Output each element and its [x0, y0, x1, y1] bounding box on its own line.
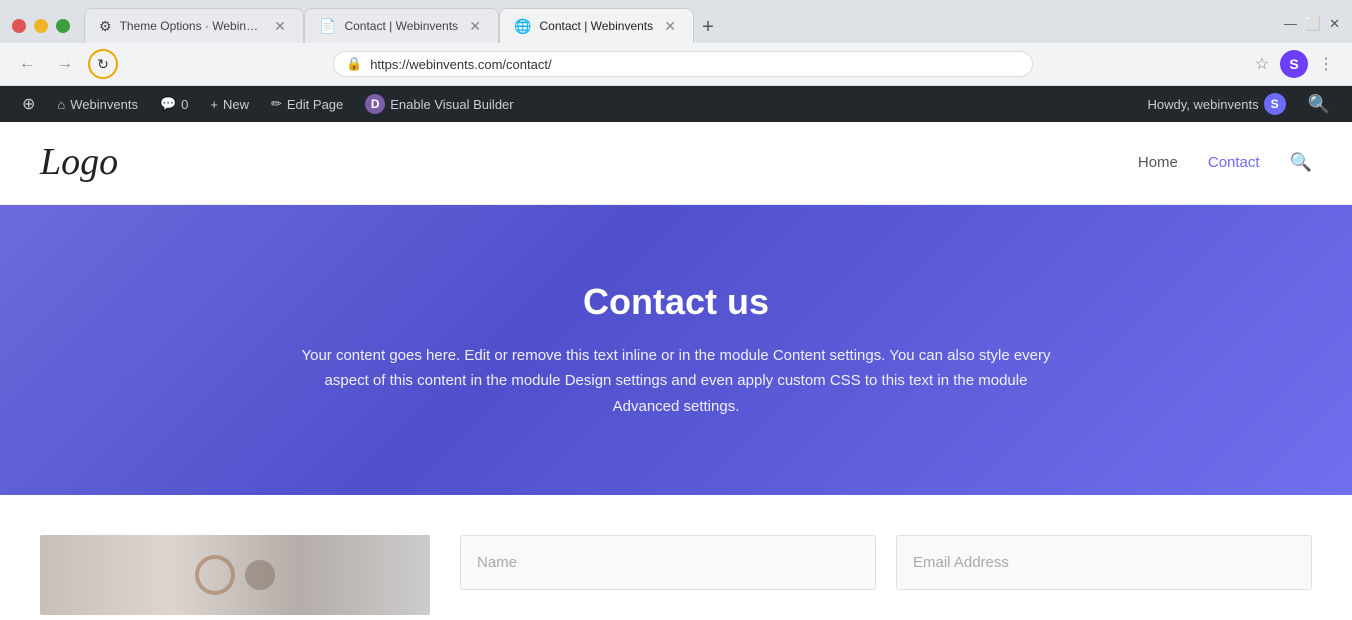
contact-image: [40, 535, 430, 615]
email-input[interactable]: [896, 535, 1312, 590]
bookmark-button[interactable]: ☆: [1248, 50, 1276, 78]
browser-tab-1[interactable]: ⚙ Theme Options · Webinvents — ✕: [84, 8, 304, 43]
nav-contact[interactable]: Contact: [1208, 154, 1260, 171]
contact-section: [0, 495, 1352, 615]
site-nav: Home Contact 🔍: [1138, 152, 1312, 173]
name-input[interactable]: [460, 535, 876, 590]
nav-home[interactable]: Home: [1138, 154, 1178, 171]
browser-tab-3[interactable]: 🌐 Contact | Webinvents ✕: [499, 8, 694, 43]
comments-count: 0: [181, 97, 188, 112]
site-header: Logo Home Contact 🔍: [0, 122, 1352, 205]
tab-3-title: Contact | Webinvents: [540, 19, 654, 33]
wp-search-button[interactable]: 🔍: [1298, 86, 1340, 122]
tab-2-title: Contact | Webinvents: [344, 19, 458, 33]
flower-decoration: [245, 560, 275, 590]
wp-enable-vb-item[interactable]: D Enable Visual Builder: [355, 86, 523, 122]
omnibar-row: ← → ↻ 🔒 ☆ S ⋮: [0, 43, 1352, 85]
howdy-text: Howdy, webinvents: [1148, 97, 1259, 112]
edit-page-icon: ✏: [271, 96, 282, 112]
menu-button[interactable]: ⋮: [1312, 50, 1340, 78]
wp-site-name: Webinvents: [70, 97, 138, 112]
forward-button[interactable]: →: [50, 49, 80, 79]
profile-button[interactable]: S: [1280, 50, 1308, 78]
address-bar[interactable]: 🔒: [333, 51, 1033, 77]
tab-1-favicon: ⚙: [99, 18, 112, 35]
enable-vb-label: Enable Visual Builder: [390, 97, 513, 112]
lock-icon: 🔒: [346, 56, 362, 72]
wp-new-item[interactable]: + New: [200, 86, 259, 122]
new-tab-button[interactable]: +: [694, 12, 722, 43]
hero-section: Contact us Your content goes here. Edit …: [0, 205, 1352, 495]
wordpress-icon: ⊕: [22, 94, 35, 114]
wp-webinvents-item[interactable]: ⌂ Webinvents: [47, 86, 148, 122]
tab-2-close[interactable]: ✕: [466, 17, 484, 35]
close-window-button[interactable]: [12, 19, 26, 33]
window-controls: [12, 19, 70, 33]
reload-button[interactable]: ↻: [88, 49, 118, 79]
omnibar-actions: ☆ S ⋮: [1248, 50, 1340, 78]
browser-chrome: ⚙ Theme Options · Webinvents — ✕ 📄 Conta…: [0, 0, 1352, 86]
back-button[interactable]: ←: [12, 49, 42, 79]
maximize-window-button[interactable]: [56, 19, 70, 33]
wp-comments-item[interactable]: 💬 0: [150, 86, 198, 122]
user-avatar: S: [1264, 93, 1286, 115]
tab-2-favicon: 📄: [319, 18, 336, 35]
wp-site-icon: ⌂: [57, 97, 65, 112]
comments-icon: 💬: [160, 96, 176, 112]
title-bar: ⚙ Theme Options · Webinvents — ✕ 📄 Conta…: [0, 0, 1352, 43]
wp-admin-bar: ⊕ ⌂ Webinvents 💬 0 + New ✏ Edit Page D E…: [0, 86, 1352, 122]
browser-tab-2[interactable]: 📄 Contact | Webinvents ✕: [304, 8, 499, 43]
enable-vb-icon: D: [365, 94, 385, 114]
wp-logo-item[interactable]: ⊕: [12, 86, 45, 122]
site-search-button[interactable]: 🔍: [1290, 152, 1312, 173]
contact-form-area: [460, 535, 1312, 590]
window-close-icon[interactable]: ✕: [1329, 16, 1340, 32]
tab-1-close[interactable]: ✕: [271, 17, 289, 35]
hero-description: Your content goes here. Edit or remove t…: [296, 343, 1056, 420]
tab-3-close[interactable]: ✕: [661, 17, 679, 35]
wp-edit-page-item[interactable]: ✏ Edit Page: [261, 86, 353, 122]
wp-howdy-item[interactable]: Howdy, webinvents S: [1138, 86, 1296, 122]
new-label: New: [223, 97, 249, 112]
window-restore-icon[interactable]: ⬜: [1305, 16, 1321, 32]
site-logo: Logo: [40, 142, 118, 184]
url-input[interactable]: [370, 57, 1020, 72]
browser-tabs: ⚙ Theme Options · Webinvents — ✕ 📄 Conta…: [84, 8, 1280, 43]
tab-3-favicon: 🌐: [514, 18, 531, 35]
ring-decoration: [195, 555, 235, 595]
new-icon: +: [210, 97, 218, 112]
hero-title: Contact us: [583, 281, 769, 323]
window-minimize-icon[interactable]: —: [1284, 16, 1297, 31]
tab-1-title: Theme Options · Webinvents —: [120, 19, 263, 33]
minimize-window-button[interactable]: [34, 19, 48, 33]
edit-page-label: Edit Page: [287, 97, 343, 112]
